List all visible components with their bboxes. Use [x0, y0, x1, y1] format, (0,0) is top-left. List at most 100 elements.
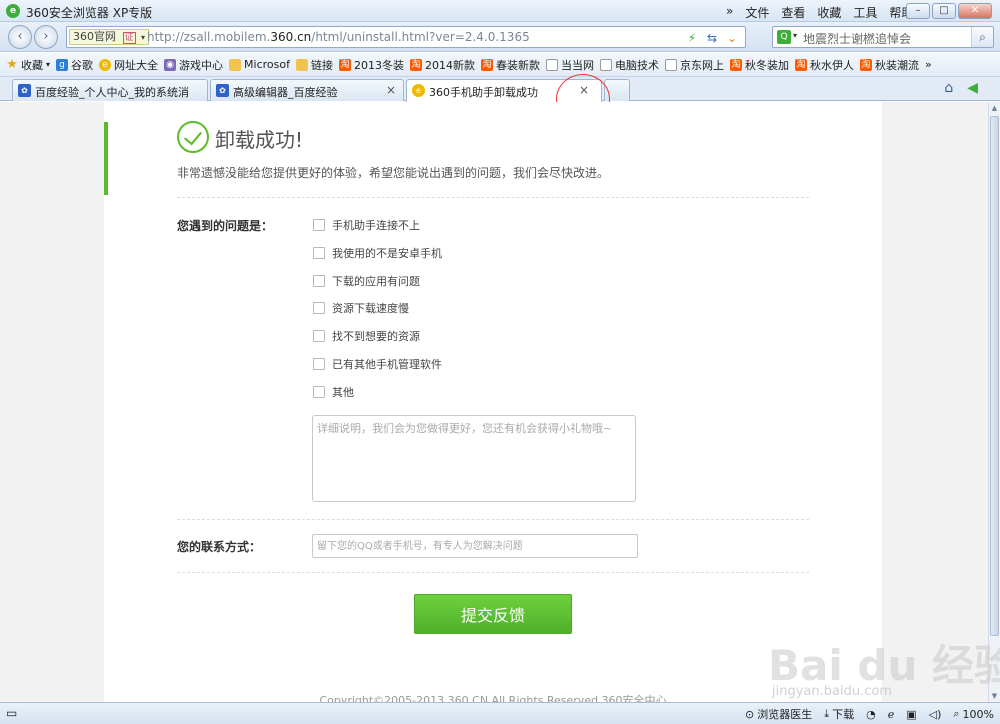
divider: [177, 197, 809, 198]
cert-icon: 证: [122, 32, 136, 44]
checkbox[interactable]: [313, 358, 325, 370]
tab-baidu-personal[interactable]: ✿ 百度经验_个人中心_我的系统消: [12, 79, 208, 101]
page-icon: [599, 58, 612, 71]
option-missing-resource[interactable]: 找不到想要的资源: [313, 328, 420, 344]
back-button[interactable]: ‹: [8, 25, 32, 49]
ie-mode-icon[interactable]: ℯ: [888, 708, 895, 721]
address-bar: ‹ › 360官网 证 ▾ http://zsall.mobilem.360.c…: [0, 22, 1000, 52]
menu-file[interactable]: 文件: [745, 4, 769, 21]
bookmarks-more-button[interactable]: »: [925, 58, 932, 71]
baidu-paw-icon: ✿: [216, 84, 229, 97]
folder-icon: [295, 58, 308, 71]
page-subtitle: 非常遗憾没能给您提供更好的体验，希望您能说出遇到的问题，我们会尽快改进。: [177, 166, 610, 180]
bookmark-item[interactable]: 淘春装新款: [480, 57, 540, 73]
bookmark-item[interactable]: 淘秋水伊人: [794, 57, 854, 73]
refresh-icon[interactable]: ⇆: [703, 29, 721, 47]
page-title: 卸载成功!: [215, 128, 304, 152]
checkbox[interactable]: [313, 219, 325, 231]
contact-label: 您的联系方式：: [177, 540, 262, 554]
submit-feedback-button[interactable]: 提交反馈: [414, 594, 572, 634]
window-controls: – □ ✕: [906, 3, 992, 19]
maximize-button[interactable]: □: [932, 3, 956, 19]
question-label: 您遇到的问题是：: [177, 219, 274, 233]
speed-icon[interactable]: ◔: [866, 708, 876, 721]
lightning-icon[interactable]: ⚡: [683, 29, 701, 47]
taobao-icon: 淘: [409, 58, 422, 71]
bookmark-item[interactable]: 电脑技术: [599, 57, 659, 73]
window-icon[interactable]: ▣: [906, 708, 916, 721]
search-box[interactable]: Q ▾ 地震烈士谢橪追悼会 ⌕: [772, 26, 994, 48]
detail-textarea[interactable]: [312, 415, 636, 502]
search-button[interactable]: ⌕: [971, 27, 993, 47]
chevron-down-icon[interactable]: ▾: [141, 33, 145, 42]
title-bar: e 360安全浏览器 XP专版 » 文件 查看 收藏 工具 帮助 – □ ✕: [0, 0, 1000, 22]
bookmark-item[interactable]: 京东网上: [664, 57, 724, 73]
window-title: 360安全浏览器 XP专版: [26, 6, 153, 20]
option-not-android[interactable]: 我使用的不是安卓手机: [313, 245, 442, 261]
tab-baidu-editor[interactable]: ✿ 高级编辑器_百度经验 ×: [210, 79, 404, 101]
scroll-up-icon[interactable]: ▲: [989, 102, 1000, 114]
copyright-text: Copyright©2005-2013 360.CN All Rights Re…: [319, 694, 667, 702]
scrollbar-thumb[interactable]: [990, 116, 999, 636]
close-tab-icon[interactable]: ×: [386, 83, 396, 97]
option-other[interactable]: 其他: [313, 384, 354, 400]
gamepad-icon: ◉: [164, 58, 177, 71]
bookmark-item[interactable]: 淘秋冬装加: [729, 57, 789, 73]
taobao-icon: 淘: [859, 58, 872, 71]
home-icon[interactable]: ⌂: [944, 80, 953, 96]
download-button[interactable]: ⤓ 下载: [824, 706, 854, 722]
tab-tools: ⌂ ◀: [944, 80, 978, 96]
bookmark-item[interactable]: g 谷歌: [56, 57, 93, 73]
zoom-control[interactable]: ⌕ 100%: [953, 707, 994, 721]
checkbox[interactable]: [313, 330, 325, 342]
minimize-button[interactable]: –: [906, 3, 930, 19]
option-other-manager[interactable]: 已有其他手机管理软件: [313, 356, 442, 372]
bookmark-item[interactable]: 链接: [295, 57, 333, 73]
checkbox[interactable]: [313, 302, 325, 314]
forward-button[interactable]: ›: [34, 25, 58, 49]
undo-icon[interactable]: ◀: [967, 80, 978, 96]
close-window-button[interactable]: ✕: [958, 3, 992, 19]
volume-icon[interactable]: ◁): [929, 708, 942, 721]
bookmark-item[interactable]: 当当网: [545, 57, 594, 73]
search-input[interactable]: 地震烈士谢橪追悼会: [803, 30, 911, 47]
zoom-icon: ⌕: [953, 707, 960, 720]
checkbox[interactable]: [313, 275, 325, 287]
chevron-down-icon[interactable]: ▾: [793, 31, 797, 40]
url-text[interactable]: http://zsall.mobilem.360.cn/html/uninsta…: [147, 30, 530, 44]
vertical-scrollbar[interactable]: ▲ ▼: [988, 102, 1000, 702]
url-field[interactable]: 360官网 证 ▾ http://zsall.mobilem.360.cn/ht…: [66, 26, 746, 48]
360-icon: e: [412, 84, 425, 97]
checkbox[interactable]: [313, 247, 325, 259]
menu-view[interactable]: 查看: [781, 4, 805, 21]
status-right: ⊙ 浏览器医生 ⤓ 下载 ◔ ℯ ▣ ◁) ⌕ 100%: [745, 706, 994, 722]
status-left: ▭: [6, 706, 17, 720]
search-icon: ⌕: [979, 30, 986, 44]
option-connect[interactable]: 手机助手连接不上: [313, 217, 420, 233]
divider: [177, 572, 809, 573]
search-engine-icon[interactable]: Q: [777, 30, 791, 44]
taobao-icon: 淘: [729, 58, 742, 71]
menu-favorites[interactable]: 收藏: [817, 4, 841, 21]
download-icon: ⤓: [824, 707, 830, 720]
star-icon: ★: [6, 56, 18, 72]
option-slow-download[interactable]: 资源下载速度慢: [313, 300, 409, 316]
browser-doctor-button[interactable]: ⊙ 浏览器医生: [745, 706, 812, 722]
scroll-down-icon[interactable]: ▼: [989, 690, 1000, 702]
bookmark-item[interactable]: 淘 2014新款: [409, 57, 475, 73]
bookmark-favorites[interactable]: ★ 收藏 ▾: [6, 57, 50, 73]
checkbox[interactable]: [313, 386, 325, 398]
dropdown-icon[interactable]: ⌄: [723, 29, 741, 47]
bookmark-item[interactable]: ◉ 游戏中心: [164, 57, 223, 73]
bookmark-item[interactable]: 淘 2013冬装: [338, 57, 404, 73]
divider: [177, 519, 809, 520]
site-badge[interactable]: 360官网 证 ▾: [69, 29, 150, 45]
contact-input[interactable]: [312, 534, 638, 558]
menu-more[interactable]: »: [726, 4, 733, 21]
360-icon: e: [99, 58, 112, 71]
bookmark-item[interactable]: e 网址大全: [99, 57, 158, 73]
bookmark-item[interactable]: Microsof: [229, 58, 290, 71]
bookmark-item[interactable]: 淘秋装潮流: [859, 57, 919, 73]
menu-tools[interactable]: 工具: [853, 4, 877, 21]
option-app-problem[interactable]: 下载的应用有问题: [313, 273, 420, 289]
